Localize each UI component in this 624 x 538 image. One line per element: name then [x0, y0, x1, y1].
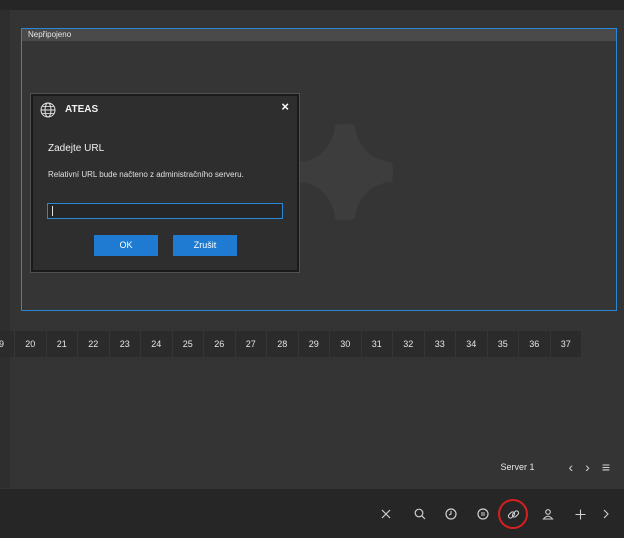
clock-icon[interactable]	[443, 506, 459, 522]
camera-number-cell[interactable]: 20	[15, 331, 47, 357]
top-strip	[0, 0, 624, 10]
close-button[interactable]: ×	[281, 99, 289, 114]
dialog-heading: Zadejte URL	[48, 143, 105, 154]
camera-number-cell[interactable]: 36	[519, 331, 551, 357]
camera-number-cell[interactable]: 21	[46, 331, 78, 357]
close-icon[interactable]	[378, 506, 394, 522]
camera-number-cell[interactable]: 29	[298, 331, 330, 357]
cancel-button[interactable]: Zrušit	[173, 235, 237, 256]
text-caret	[52, 206, 53, 216]
camera-number-cell[interactable]: 37	[550, 331, 582, 357]
camera-number-cell[interactable]: 27	[235, 331, 267, 357]
pause-icon[interactable]	[475, 506, 491, 522]
user-icon[interactable]	[540, 506, 556, 522]
url-dialog: ATEAS × Zadejte URL Relativní URL bude n…	[31, 94, 299, 272]
prev-server-button[interactable]: ‹	[568, 460, 573, 474]
menu-button[interactable]: ≡	[602, 460, 610, 474]
camera-number-cell[interactable]: 33	[424, 331, 456, 357]
logo-watermark	[297, 124, 393, 220]
camera-number-cell[interactable]: 23	[109, 331, 141, 357]
dialog-title: ATEAS	[65, 104, 99, 115]
camera-number-cell[interactable]: 34	[456, 331, 488, 357]
dialog-header: ATEAS ×	[33, 96, 297, 122]
globe-icon	[40, 102, 56, 123]
ok-button[interactable]: OK	[94, 235, 158, 256]
camera-number-cell[interactable]: 31	[361, 331, 393, 357]
camera-number-cell[interactable]: 22	[78, 331, 110, 357]
camera-number-cell[interactable]: 35	[487, 331, 519, 357]
bottom-toolbar	[0, 489, 624, 538]
camera-number-cell[interactable]: 19	[0, 331, 15, 357]
camera-number-cell[interactable]: 24	[141, 331, 173, 357]
left-strip	[0, 10, 10, 488]
viewport-status-label: Nepřipojeno	[22, 29, 616, 41]
highlight-ring	[498, 499, 528, 529]
server-label[interactable]: Server 1	[500, 462, 534, 472]
search-icon[interactable]	[412, 506, 428, 522]
camera-number-cell[interactable]: 25	[172, 331, 204, 357]
camera-number-strip: 19202122232425262728293031323334353637	[0, 331, 582, 357]
camera-number-cell[interactable]: 26	[204, 331, 236, 357]
plus-icon[interactable]	[572, 506, 588, 522]
camera-number-cell[interactable]: 30	[330, 331, 362, 357]
chevron-right-icon[interactable]	[598, 506, 614, 522]
camera-number-cell[interactable]: 28	[267, 331, 299, 357]
dialog-note: Relativní URL bude načteno z administrač…	[48, 170, 244, 179]
url-input[interactable]	[47, 203, 283, 219]
server-row: Server 1 ‹ › ≡	[500, 460, 610, 474]
next-server-button[interactable]: ›	[585, 460, 590, 474]
camera-number-cell[interactable]: 32	[393, 331, 425, 357]
